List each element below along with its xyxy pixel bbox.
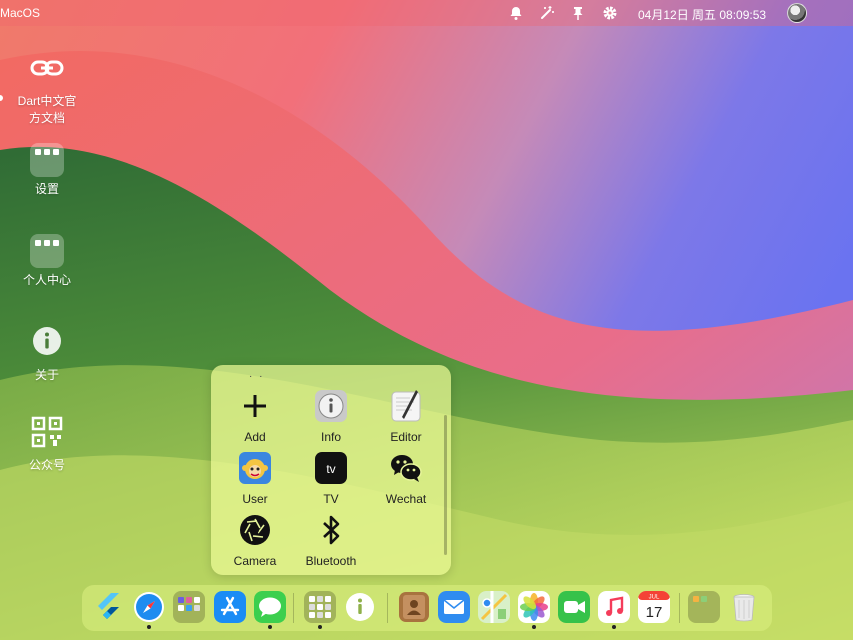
- user-avatar[interactable]: [787, 3, 807, 23]
- running-indicator: [532, 625, 536, 629]
- trash-icon[interactable]: [728, 591, 760, 623]
- menu-bar: MacOS 04月12日 周五 08:09:53: [0, 0, 853, 26]
- desktop-item-label: 关于: [34, 368, 59, 382]
- app-label: TV: [323, 492, 339, 506]
- running-indicator: [147, 625, 151, 629]
- desktop-item-profile[interactable]: 个人中心: [0, 234, 94, 289]
- editor-icon: [391, 390, 421, 422]
- desktop-item-dart-docs[interactable]: Dart中文官方文档: [0, 50, 94, 127]
- desktop-item-about[interactable]: 关于: [0, 324, 94, 384]
- mail-icon[interactable]: [438, 591, 470, 623]
- app-store-icon[interactable]: [214, 591, 246, 623]
- facetime-icon[interactable]: [558, 591, 590, 623]
- wechat-icon: [391, 455, 422, 482]
- link-icon: [30, 60, 64, 76]
- desktop-item-label: Dart中文官方文档: [17, 94, 77, 125]
- calendar-day: 17: [646, 604, 663, 621]
- flutter-icon[interactable]: [92, 591, 124, 623]
- app-label: Info: [320, 430, 341, 444]
- pin-icon[interactable]: [570, 5, 586, 21]
- app-name[interactable]: MacOS: [0, 6, 40, 20]
- dock-separator: [293, 593, 294, 623]
- app-user[interactable]: User: [218, 451, 292, 506]
- app-editor[interactable]: Editor: [369, 389, 443, 444]
- camera-icon: [240, 515, 270, 545]
- gear-icon[interactable]: [602, 5, 618, 21]
- music-icon[interactable]: [598, 591, 630, 623]
- clock[interactable]: 04月12日 周五 08:09:53: [638, 6, 766, 23]
- running-indicator: [268, 625, 272, 629]
- folder-icon: [30, 143, 64, 177]
- desktop-item-label: 公众号: [28, 458, 65, 472]
- plus-icon: [244, 395, 266, 417]
- drag-handle[interactable]: · ·: [249, 371, 264, 382]
- info-icon: [33, 327, 61, 355]
- running-indicator: [318, 625, 322, 629]
- dock: JUL 17: [82, 585, 772, 631]
- folder-icon[interactable]: [304, 591, 336, 623]
- folder-popup: · · Add Info Editor User tv TV Wechat Ca…: [211, 365, 451, 575]
- magic-wand-icon[interactable]: [539, 5, 555, 21]
- dock-separator: [387, 593, 388, 623]
- contacts-icon[interactable]: [398, 591, 430, 623]
- app-wechat[interactable]: Wechat: [369, 451, 443, 506]
- bluetooth-icon: [323, 515, 340, 545]
- folder-icon[interactable]: [173, 591, 205, 623]
- calendar-month: JUL: [649, 595, 660, 601]
- info-icon[interactable]: [344, 591, 376, 623]
- dock-separator: [679, 593, 680, 623]
- app-info[interactable]: Info: [294, 389, 368, 444]
- bell-icon[interactable]: [508, 5, 524, 21]
- app-camera[interactable]: Camera: [218, 513, 292, 568]
- maps-icon[interactable]: [478, 591, 510, 623]
- folder-icon[interactable]: [688, 591, 720, 623]
- qr-code-icon: [31, 416, 63, 448]
- app-tv[interactable]: tv TV: [294, 451, 368, 506]
- messages-icon[interactable]: [254, 591, 286, 623]
- safari-icon[interactable]: [133, 591, 165, 623]
- app-add[interactable]: Add: [218, 389, 292, 444]
- app-label: Add: [244, 430, 266, 444]
- app-label: Wechat: [385, 492, 427, 506]
- desktop-item-label: 设置: [34, 182, 59, 196]
- app-label: User: [242, 492, 268, 506]
- calendar-icon[interactable]: JUL 17: [638, 591, 670, 623]
- tv-text: tv: [326, 462, 335, 476]
- user-icon: [239, 452, 271, 484]
- info-icon: [315, 390, 347, 422]
- desktop-item-settings[interactable]: 设置: [0, 143, 94, 198]
- desktop-item-wechat-account[interactable]: 公众号: [0, 414, 94, 474]
- folder-icon: [30, 234, 64, 268]
- running-indicator: [612, 625, 616, 629]
- photos-icon[interactable]: [518, 591, 550, 623]
- tv-icon: tv: [315, 452, 347, 484]
- scrollbar[interactable]: [444, 415, 447, 555]
- app-bluetooth[interactable]: Bluetooth: [294, 513, 368, 568]
- app-label: Editor: [390, 430, 422, 444]
- app-label: Camera: [233, 554, 277, 568]
- app-label: Bluetooth: [305, 554, 357, 568]
- desktop-item-label: 个人中心: [22, 273, 71, 287]
